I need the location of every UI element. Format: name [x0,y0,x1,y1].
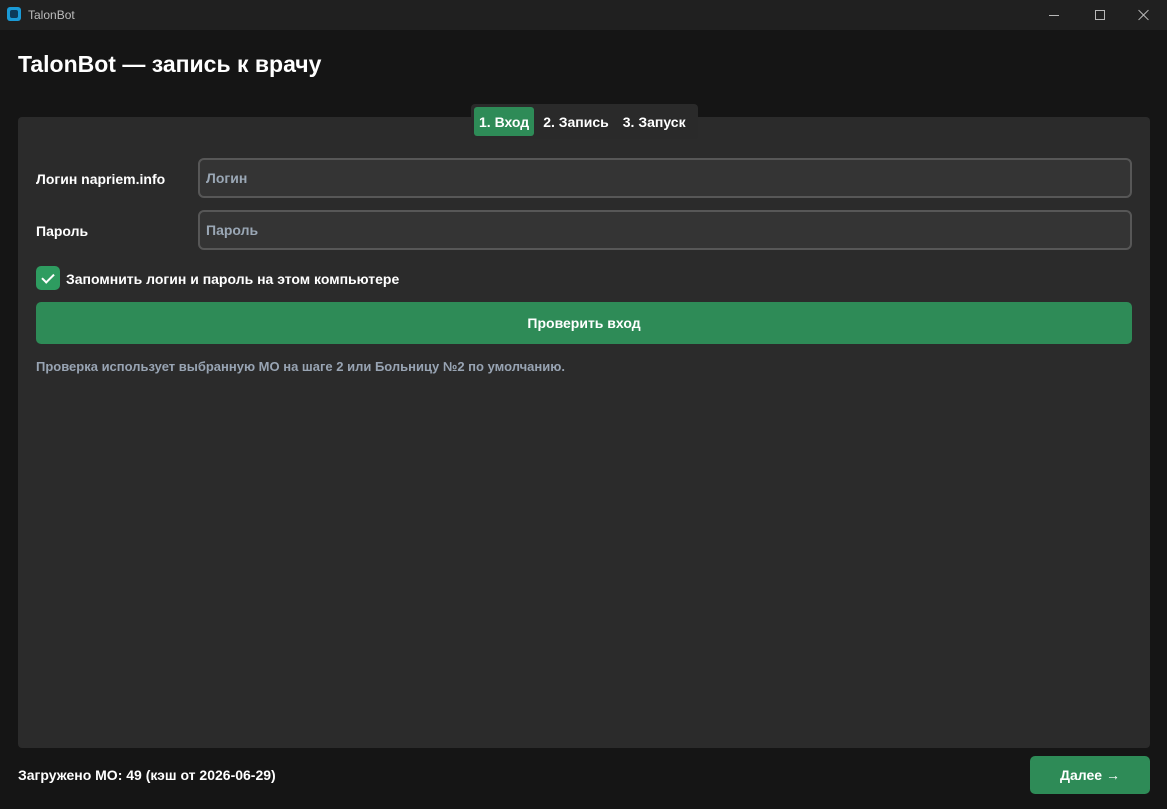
title-bar: TalonBot [0,0,1167,30]
page-title: TalonBot — запись к врачу [18,51,322,77]
tab-launch[interactable]: 3. Запуск [618,107,691,136]
tab-login[interactable]: 1. Вход [474,107,535,136]
maximize-icon [1095,10,1105,20]
password-label: Пароль [36,223,89,239]
close-button[interactable] [1121,0,1167,30]
step-tabs: 1. Вход 2. Запись 3. Запуск [471,104,698,139]
next-button[interactable]: Далее → [1030,756,1150,794]
hint-text: Проверка использует выбранную МО на шаге… [36,359,565,374]
login-label: Логин napriem.info [36,171,166,187]
status-text: Загружено МО: 49 (кэш от 2026-06-29) [18,767,276,783]
window-title: TalonBot [28,8,75,22]
app-icon [7,7,21,21]
minimize-button[interactable] [1031,0,1077,30]
close-icon [1138,9,1150,21]
password-input[interactable] [198,210,1132,250]
remember-checkbox[interactable] [36,266,60,290]
maximize-button[interactable] [1077,0,1123,30]
minimize-icon [1049,14,1059,16]
checkmark-icon [41,269,55,284]
login-input[interactable] [198,158,1132,198]
verify-login-button[interactable]: Проверить вход [36,302,1132,344]
remember-label[interactable]: Запомнить логин и пароль на этом компьют… [66,271,399,287]
tab-booking[interactable]: 2. Запись [538,107,614,136]
